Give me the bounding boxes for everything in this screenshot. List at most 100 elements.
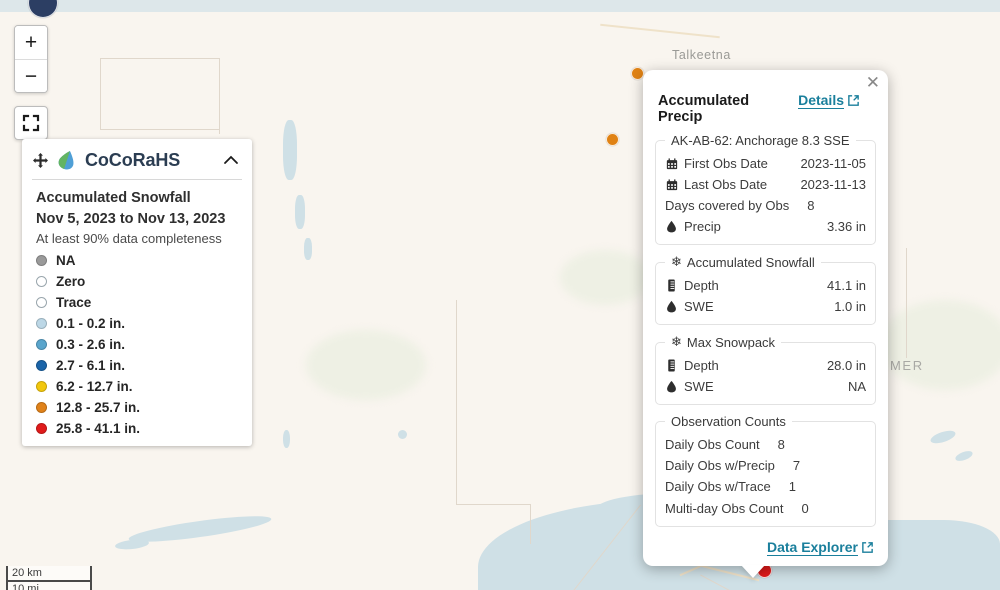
external-link-icon (848, 95, 859, 106)
legend-item[interactable]: 0.3 - 2.6 in. (36, 337, 238, 352)
data-row: SWE NA (665, 376, 866, 397)
data-row-value: 3.36 in (826, 219, 866, 235)
map-label-talkeetna: Talkeetna (672, 48, 731, 62)
observation-counts-rows: Daily Obs Count 8 Daily Obs w/Precip 7 Daily… (665, 434, 866, 518)
data-explorer-link-label: Data Explorer (766, 538, 858, 556)
data-row-name: Days covered by Obs (665, 195, 789, 216)
station-marker-orange-second[interactable] (606, 133, 619, 146)
road-highway-north (600, 23, 720, 39)
close-icon[interactable]: ✕ (866, 74, 880, 91)
legend-item[interactable]: 25.8 - 41.1 in. (36, 421, 238, 436)
scale-bar: 20 km 10 mi (6, 566, 92, 590)
observation-counts-legend: Observation Counts (671, 414, 786, 430)
legend-item-label: 0.3 - 2.6 in. (56, 337, 126, 353)
water-body-lake-a (283, 120, 297, 180)
droplet-icon (665, 380, 678, 393)
popup-header: Accumulated Precip Details (655, 82, 876, 133)
scale-bar-mi: 10 mi (6, 582, 92, 590)
boundary-vertical-center2 (530, 504, 531, 544)
accumulated-snowfall-rows: Depth 41.1 in SWE 1.0 in (665, 275, 866, 317)
data-row-label: Days covered by Obs (665, 198, 790, 214)
legend-swatch (36, 255, 47, 267)
water-body-lake-d (283, 430, 290, 448)
zoom-in-button[interactable]: + (15, 26, 47, 59)
data-row: First Obs Date 2023-11-05 (665, 153, 866, 174)
legend-item[interactable]: 6.2 - 12.7 in. (36, 379, 238, 394)
boundary-horizontal-west (100, 58, 220, 59)
raindrop-logo-icon (56, 149, 78, 171)
data-row: SWE 1.0 in (665, 296, 866, 317)
station-popup[interactable]: ✕ Accumulated Precip Details AK-AB-62: A… (643, 70, 888, 566)
max-snowpack-legend-label: Max Snowpack (686, 334, 776, 350)
data-row-label: Depth (684, 278, 719, 294)
map-label-region: MER (890, 358, 924, 373)
data-row-name: Precip (665, 216, 721, 237)
map-top-water-strip (0, 0, 1000, 12)
move-handle-icon[interactable] (32, 152, 49, 169)
chevron-up-icon[interactable] (220, 151, 242, 169)
data-row-name: Daily Obs w/Trace (665, 476, 771, 497)
legend-swatch (36, 360, 47, 372)
max-snowpack-rows: Depth 28.0 in SWE NA (665, 355, 866, 397)
data-row-label: SWE (684, 379, 714, 395)
zoom-controls[interactable]: + − (14, 25, 48, 93)
accumulated-snowfall-legend-label: Accumulated Snowfall (686, 254, 815, 270)
legend-item-label: 0.1 - 0.2 in. (56, 316, 126, 332)
legend-item-label: Zero (56, 274, 86, 290)
legend-item-list: NA Zero Trace 0.1 - 0.2 in. 0.3 - 2.6 in. 2.7… (36, 253, 238, 436)
data-explorer-link[interactable]: Data Explorer (766, 538, 874, 556)
data-row: Depth 28.0 in (665, 355, 866, 376)
boundary-vertical-mid (219, 58, 220, 134)
legend-item[interactable]: 0.1 - 0.2 in. (36, 316, 238, 331)
legend-header[interactable]: CoCoRaHS (22, 139, 252, 179)
max-snowpack-legend: ❄ Max Snowpack (665, 334, 781, 350)
legend-item-label: NA (56, 253, 76, 269)
droplet-icon (665, 220, 678, 233)
ruler-icon (665, 279, 678, 292)
popup-title: Accumulated Precip (658, 93, 750, 125)
fullscreen-button[interactable] (14, 106, 48, 140)
station-info-section: AK-AB-62: Anchorage 8.3 SSE First Obs Da… (655, 133, 876, 246)
legend-item[interactable]: 12.8 - 25.7 in. (36, 400, 238, 415)
calendar-icon (665, 157, 678, 170)
water-body-lake-b (295, 195, 305, 229)
scale-bar-km: 20 km (6, 566, 92, 582)
boundary-vertical-east (906, 248, 907, 358)
data-row-value: 2023-11-05 (800, 156, 866, 171)
water-body-inlet-west-tail (114, 538, 150, 551)
data-row-value: 8 (807, 198, 815, 214)
legend-item-label: 2.7 - 6.1 in. (56, 358, 126, 374)
data-row-name: Depth (665, 355, 719, 376)
water-body-lake-f (929, 428, 957, 446)
data-row-value: 0 (801, 500, 809, 516)
details-link[interactable]: Details (798, 92, 860, 109)
legend-item-label: 12.8 - 25.7 in. (56, 400, 141, 416)
data-row-label: Multi-day Obs Count (665, 500, 784, 516)
legend-swatch (36, 297, 47, 309)
ruler-icon (665, 359, 678, 372)
legend-swatch (36, 381, 47, 393)
station-marker-dark-top[interactable] (28, 0, 58, 18)
terrain-green-patch-1 (306, 330, 426, 400)
legend-item[interactable]: Zero (36, 274, 238, 289)
boundary-horizontal-center (456, 504, 531, 505)
legend-item[interactable]: NA (36, 253, 238, 268)
data-row: Precip 3.36 in (665, 216, 866, 237)
legend-item[interactable]: Trace (36, 295, 238, 310)
water-body-lake-c (304, 238, 312, 260)
data-row-name: Depth (665, 275, 719, 296)
popup-footer: Data Explorer (655, 536, 876, 556)
legend-brand-title: CoCoRaHS (85, 149, 181, 170)
legend-item[interactable]: 2.7 - 6.1 in. (36, 358, 238, 373)
data-row-name: Daily Obs Count (665, 434, 760, 455)
legend-panel[interactable]: CoCoRaHS Accumulated Snowfall Nov 5, 202… (22, 139, 252, 447)
data-row-label: Precip (684, 219, 721, 235)
boundary-vertical-west (100, 58, 101, 130)
zoom-out-button[interactable]: − (15, 59, 47, 92)
data-row: Days covered by Obs 8 (665, 195, 866, 216)
legend-swatch (36, 318, 47, 330)
data-row-label: Daily Obs w/Trace (665, 479, 771, 495)
map-application: Talkeetna MER + − 20 km 10 mi CoCoRaHS A… (0, 0, 1000, 590)
external-link-icon (862, 541, 873, 553)
data-row-label: First Obs Date (684, 156, 768, 171)
